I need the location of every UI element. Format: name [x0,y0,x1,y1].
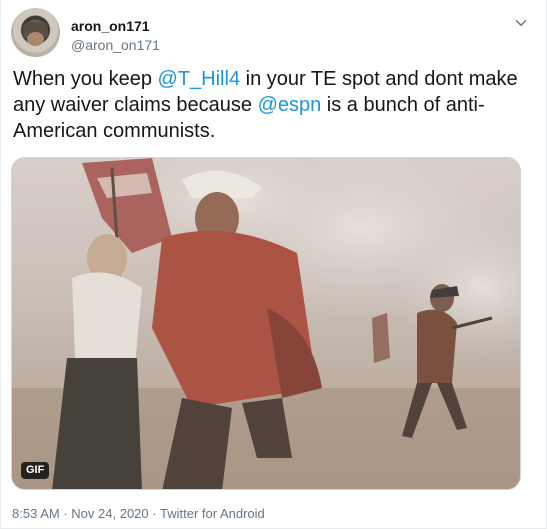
mention-t-hill4[interactable]: @T_Hill4 [158,68,241,90]
avatar[interactable] [11,8,60,57]
chevron-down-icon[interactable] [512,14,530,32]
tweet-date[interactable]: Nov 24, 2020 [71,506,148,521]
meta-separator: · [152,506,157,521]
meta-separator: · [63,506,68,521]
gif-badge: GIF [21,462,50,479]
user-handle[interactable]: @aron_on171 [71,37,160,54]
tweet-source[interactable]: Twitter for Android [160,506,265,521]
gif-frame-image [12,158,520,489]
display-name[interactable]: aron_on171 [71,18,160,35]
tweet-meta: 8:53 AM · Nov 24, 2020 · Twitter for And… [12,506,265,522]
tweet-text-part: When you keep [13,68,158,90]
user-names[interactable]: aron_on171 @aron_on171 [71,18,160,54]
gif-media[interactable]: GIF [11,157,521,490]
avatar-face [27,32,44,46]
mention-espn[interactable]: @espn [258,94,322,116]
tweet-card[interactable]: aron_on171 @aron_on171 When you keep @T_… [0,0,547,529]
tweet-header: aron_on171 @aron_on171 [11,8,536,60]
tweet-text: When you keep @T_Hill4 in your TE spot a… [13,66,533,144]
tweet-time[interactable]: 8:53 AM [12,506,60,521]
